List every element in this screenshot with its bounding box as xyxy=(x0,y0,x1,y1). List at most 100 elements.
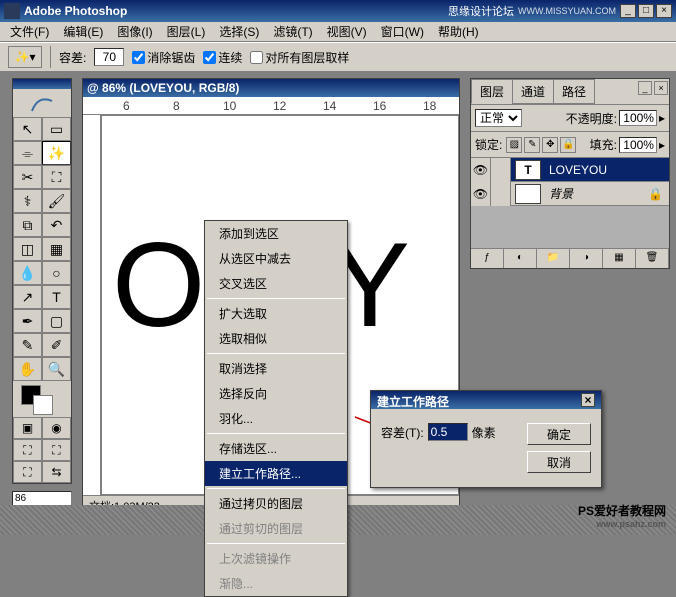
type-tool[interactable]: T xyxy=(42,285,71,309)
panel-close-icon[interactable]: × xyxy=(654,81,668,95)
crop-tool[interactable]: ✂ xyxy=(13,165,42,189)
link-cell[interactable] xyxy=(491,158,511,182)
shape-tool[interactable]: ▢ xyxy=(42,309,71,333)
fill-input[interactable] xyxy=(619,137,657,153)
opacity-dropdown-icon[interactable]: ▸ xyxy=(659,111,665,125)
stamp-tool[interactable]: ⧉ xyxy=(13,213,42,237)
magic-wand-tool[interactable]: ✨ xyxy=(42,141,71,165)
blur-tool[interactable]: 💧 xyxy=(13,261,42,285)
toolbox-header[interactable] xyxy=(13,79,71,89)
menu-image[interactable]: 图像(I) xyxy=(111,21,158,42)
layers-panel: 图层 通道 路径 _ × 正常 不透明度: ▸ 锁定: ▨ ✎ ✥ 🔒 xyxy=(470,78,670,269)
move-tool[interactable]: ↖ xyxy=(13,117,42,141)
tolerance-input[interactable] xyxy=(94,48,124,66)
path-tool[interactable]: ↗ xyxy=(13,285,42,309)
magic-wand-indicator[interactable]: ✨▾ xyxy=(8,46,42,68)
tab-layers[interactable]: 图层 xyxy=(471,79,513,104)
contiguous-checkbox[interactable]: 连续 xyxy=(203,49,242,66)
pen-tool[interactable]: ✒ xyxy=(13,309,42,333)
minimize-button[interactable]: _ xyxy=(620,4,636,18)
vertical-ruler xyxy=(83,115,101,495)
quickmask-mode[interactable]: ◉ xyxy=(42,417,71,439)
screen-mode-1[interactable]: ⛶ xyxy=(13,439,42,461)
ctx-add-to-selection[interactable]: 添加到选区 xyxy=(205,221,347,246)
blend-mode-select[interactable]: 正常 xyxy=(475,109,522,127)
ctx-similar[interactable]: 选取相似 xyxy=(205,326,347,351)
menu-help[interactable]: 帮助(H) xyxy=(432,21,485,42)
menu-filter[interactable]: 滤镜(T) xyxy=(267,21,318,42)
ctx-make-work-path[interactable]: 建立工作路径... xyxy=(205,461,347,486)
delete-layer-icon[interactable]: 🗑 xyxy=(636,249,669,268)
layer-loveyou[interactable]: 👁 T LOVEYOU xyxy=(471,158,669,182)
ctx-layer-via-copy[interactable]: 通过拷贝的图层 xyxy=(205,491,347,516)
eraser-tool[interactable]: ◫ xyxy=(13,237,42,261)
ctx-feather[interactable]: 羽化... xyxy=(205,406,347,431)
brush-tool[interactable]: 🖌 xyxy=(42,189,71,213)
panel-minimize-icon[interactable]: _ xyxy=(638,81,652,95)
lock-transparency-icon[interactable]: ▨ xyxy=(506,137,522,153)
opacity-input[interactable] xyxy=(619,110,657,126)
layer-style-icon[interactable]: ƒ xyxy=(471,249,504,268)
dialog-unit-label: 像素 xyxy=(472,424,496,441)
all-layers-checkbox[interactable]: 对所有图层取样 xyxy=(250,49,349,66)
zoom-tool[interactable]: 🔍 xyxy=(42,357,71,381)
visibility-icon[interactable]: 👁 xyxy=(471,182,491,206)
link-cell[interactable] xyxy=(491,182,511,206)
menu-view[interactable]: 视图(V) xyxy=(321,21,373,42)
layer-mask-icon[interactable]: ◐ xyxy=(504,249,537,268)
marquee-tool[interactable]: ▭ xyxy=(42,117,71,141)
screen-mode-3[interactable]: ⛶ xyxy=(13,461,42,483)
close-button[interactable]: × xyxy=(656,4,672,18)
lock-pixels-icon[interactable]: ✎ xyxy=(524,137,540,153)
dodge-tool[interactable]: ○ xyxy=(42,261,71,285)
adjustment-layer-icon[interactable]: ◑ xyxy=(570,249,603,268)
dialog-close-button[interactable]: × xyxy=(581,393,595,407)
document-title[interactable]: @ 86% (LOVEYOU, RGB/8) xyxy=(83,79,459,97)
standard-mode[interactable]: ▣ xyxy=(13,417,42,439)
title-bar: Adobe Photoshop 思缘设计论坛 WWW.MISSYUAN.COM … xyxy=(0,0,676,22)
lock-all-icon[interactable]: 🔒 xyxy=(560,137,576,153)
new-layer-icon[interactable]: ▦ xyxy=(603,249,636,268)
color-swatches[interactable] xyxy=(13,381,71,417)
lock-position-icon[interactable]: ✥ xyxy=(542,137,558,153)
lasso-tool[interactable]: ⌯ xyxy=(13,141,42,165)
ps-logo-icon xyxy=(13,89,71,117)
ctx-intersect-selection[interactable]: 交叉选区 xyxy=(205,271,347,296)
background-color[interactable] xyxy=(33,395,53,415)
healing-tool[interactable]: ⚕ xyxy=(13,189,42,213)
hand-tool[interactable]: ✋ xyxy=(13,357,42,381)
ctx-fade: 渐隐... xyxy=(205,571,347,596)
menu-select[interactable]: 选择(S) xyxy=(213,21,265,42)
imageready-jump[interactable]: ⇆ xyxy=(42,461,71,483)
screen-mode-2[interactable]: ⛶ xyxy=(42,439,71,461)
dialog-tolerance-input[interactable] xyxy=(428,423,468,441)
tab-channels[interactable]: 通道 xyxy=(512,79,554,104)
eyedropper-tool[interactable]: ✐ xyxy=(42,333,71,357)
ctx-subtract-from-selection[interactable]: 从选区中减去 xyxy=(205,246,347,271)
slice-tool[interactable]: ⛶ xyxy=(42,165,71,189)
menu-file[interactable]: 文件(F) xyxy=(4,21,55,42)
antialias-checkbox[interactable]: 消除锯齿 xyxy=(132,49,195,66)
visibility-icon[interactable]: 👁 xyxy=(471,158,491,182)
titlebar-branding: 思缘设计论坛 xyxy=(448,3,514,19)
ctx-grow[interactable]: 扩大选取 xyxy=(205,301,347,326)
dialog-tolerance-label: 容差(T): xyxy=(381,424,424,441)
notes-tool[interactable]: ✎ xyxy=(13,333,42,357)
tab-paths[interactable]: 路径 xyxy=(553,79,595,104)
ctx-save-selection[interactable]: 存储选区... xyxy=(205,436,347,461)
new-folder-icon[interactable]: 📁 xyxy=(537,249,570,268)
layer-background[interactable]: 👁 背景 🔒 xyxy=(471,182,669,206)
menu-bar: 文件(F) 编辑(E) 图像(I) 图层(L) 选择(S) 滤镜(T) 视图(V… xyxy=(0,22,676,42)
dialog-ok-button[interactable]: 确定 xyxy=(527,423,591,445)
dialog-cancel-button[interactable]: 取消 xyxy=(527,451,591,473)
menu-window[interactable]: 窗口(W) xyxy=(375,21,430,42)
fill-dropdown-icon[interactable]: ▸ xyxy=(659,138,665,152)
ctx-deselect[interactable]: 取消选择 xyxy=(205,356,347,381)
ctx-inverse[interactable]: 选择反向 xyxy=(205,381,347,406)
maximize-button[interactable]: □ xyxy=(638,4,654,18)
gradient-tool[interactable]: ▦ xyxy=(42,237,71,261)
tolerance-label: 容差: xyxy=(59,49,86,66)
menu-layer[interactable]: 图层(L) xyxy=(161,21,212,42)
menu-edit[interactable]: 编辑(E) xyxy=(57,21,109,42)
history-brush-tool[interactable]: ↶ xyxy=(42,213,71,237)
